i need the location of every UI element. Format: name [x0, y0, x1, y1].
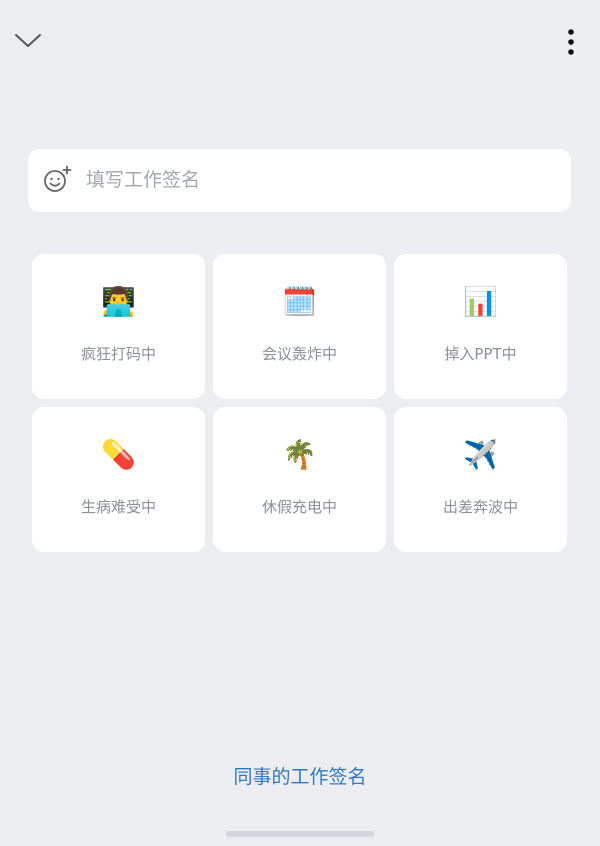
status-label: 会议轰炸中 [261, 345, 337, 363]
emoji-picker-button[interactable] [42, 165, 72, 195]
status-grid: 👨‍💻 疯狂打码中 🗓️ 会议轰炸中 📊 掉入PPT中 💊 生病难受中 🌴 休假… [32, 254, 568, 554]
status-card-meetings[interactable]: 🗓️ 会议轰炸中 [213, 254, 386, 399]
status-label: 休假充电中 [261, 498, 337, 516]
coworker-signatures-link[interactable]: 同事的工作签名 [0, 762, 600, 792]
palm-tree-emoji-icon: 🌴 [282, 438, 317, 471]
chevron-down-icon [15, 34, 41, 47]
status-card-coding[interactable]: 👨‍💻 疯狂打码中 [32, 254, 205, 399]
status-label: 掉入PPT中 [444, 345, 517, 363]
signature-input-box [28, 149, 571, 212]
bar-chart-emoji-icon: 📊 [463, 285, 498, 318]
more-options-button[interactable] [556, 24, 586, 60]
status-card-vacation[interactable]: 🌴 休假充电中 [213, 407, 386, 552]
collapse-button[interactable] [12, 28, 44, 54]
status-label: 生病难受中 [80, 498, 156, 516]
status-card-ppt[interactable]: 📊 掉入PPT中 [394, 254, 567, 399]
home-indicator[interactable] [226, 831, 374, 837]
top-bar [0, 0, 600, 86]
emoji-add-icon [44, 165, 72, 192]
pill-emoji-icon: 💊 [101, 438, 136, 471]
more-vertical-icon [568, 29, 574, 55]
status-card-sick[interactable]: 💊 生病难受中 [32, 407, 205, 552]
status-label: 出差奔波中 [442, 498, 518, 516]
technologist-emoji-icon: 👨‍💻 [101, 285, 136, 318]
signature-input[interactable] [86, 159, 556, 201]
airplane-emoji-icon: ✈️ [463, 438, 498, 471]
status-card-business-trip[interactable]: ✈️ 出差奔波中 [394, 407, 567, 552]
status-label: 疯狂打码中 [80, 345, 156, 363]
calendar-emoji-icon: 🗓️ [282, 285, 317, 318]
